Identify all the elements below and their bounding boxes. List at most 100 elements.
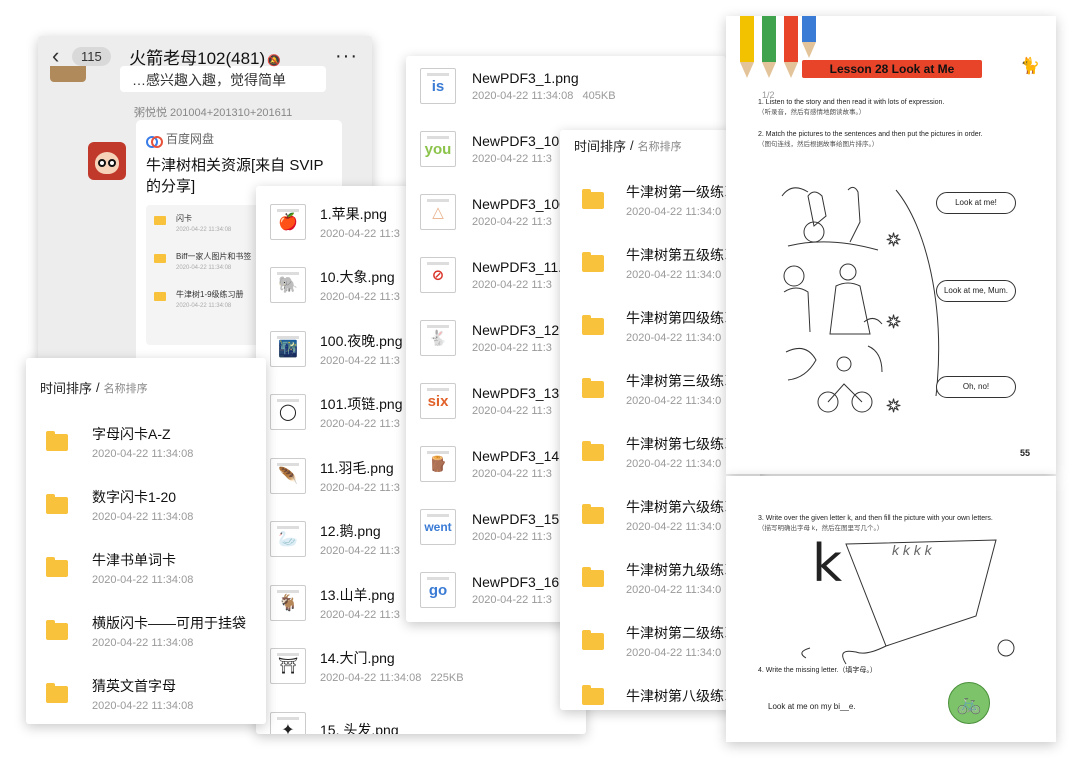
folder-name: 牛津树第五级练习 (626, 247, 738, 263)
sort-by-name-tab[interactable]: 名称排序 (638, 138, 682, 154)
folder-name: 牛津树第九级练习 (626, 562, 738, 578)
folder-icon (46, 430, 68, 451)
folder-date: 2020-04-22 11:34:0 (626, 332, 722, 344)
folder-name: 牛津书单词卡 (92, 552, 176, 568)
sort-by-name-tab[interactable]: 名称排序 (104, 380, 148, 396)
file-row[interactable]: go NewPDF3_16.p 2020-04-22 11:3 (420, 572, 571, 608)
rabbit-icon: 🐇 (420, 320, 456, 356)
folder-row[interactable]: 牛津树第二级练习 2020-04-22 11:34:0 (582, 623, 738, 659)
folder-date: 2020-04-22 11:34:08 (92, 574, 194, 586)
chat-header: ‹ 115 火箭老母102(481) 🔕 ··· (38, 36, 372, 76)
file-name: NewPDF3_1.png (472, 70, 579, 86)
folder-icon (582, 503, 604, 524)
word-is-icon: is (420, 68, 456, 104)
story-picture-3 (782, 342, 886, 420)
file-name: NewPDF3_16.p (472, 574, 571, 590)
file-date: 2020-04-22 11:3 (472, 405, 552, 417)
file-row[interactable]: went NewPDF3_15.p 2020-04-22 11:3 (420, 509, 571, 545)
file-name: NewPDF3_13.p (472, 385, 571, 401)
folder-name: 猜英文首字母 (92, 678, 176, 694)
folder-icon (154, 216, 166, 225)
file-date: 2020-04-22 11:3 (472, 531, 552, 543)
file-row[interactable]: ✦ 15. 头发.png (270, 712, 399, 734)
file-name: NewPDF3_100 (472, 196, 567, 212)
avatar[interactable] (88, 142, 126, 180)
pencil-icon (740, 16, 754, 78)
file-row[interactable]: 🦢 12.鹅.png 2020-04-22 11:3 (270, 521, 400, 557)
folder-icon (582, 251, 604, 272)
file-row[interactable]: 🐘 10.大象.png 2020-04-22 11:3 (270, 267, 400, 303)
story-picture-2 (778, 262, 888, 338)
file-date: 2020-04-22 11:3 (472, 468, 552, 480)
folder-row[interactable]: 牛津树第六级练习 2020-04-22 11:34:0 (582, 497, 738, 533)
file-date: 2020-04-22 11:3 (472, 594, 552, 606)
folder-row[interactable]: 牛津树第九级练习 2020-04-22 11:34:0 (582, 560, 738, 596)
file-row[interactable]: ⊘ NewPDF3_11.p 2020-04-22 11:3 (420, 257, 570, 293)
file-name: 13.山羊.png (320, 587, 395, 603)
folder-date: 2020-04-22 11:34:0 (626, 584, 722, 596)
more-options-icon[interactable]: ··· (335, 45, 358, 68)
instruction-2: 2. Match the pictures to the sentences a… (758, 131, 983, 148)
file-row[interactable]: you NewPDF3_10. 2020-04-22 11:3 (420, 131, 563, 167)
file-date: 2020-04-22 11:3 (320, 609, 400, 621)
file-row[interactable]: 🐐 13.山羊.png 2020-04-22 11:3 (270, 585, 400, 621)
folder-row[interactable]: 牛津树第三级练习 2020-04-22 11:34:0 (582, 371, 738, 407)
folder-row[interactable]: 数字闪卡1-20 2020-04-22 11:34:08 (46, 487, 193, 523)
card-brand: 百度网盘 (146, 130, 332, 148)
file-row[interactable]: 🪵 NewPDF3_14.p 2020-04-22 11:3 (420, 446, 571, 482)
file-name: 牛津树1-9级练习册 (176, 290, 244, 299)
folder-row[interactable]: 字母闪卡A-Z 2020-04-22 11:34:08 (46, 424, 193, 460)
file-meta: 2020-04-22 11:34:08 225KB (320, 672, 464, 684)
file-date: 2020-04-22 11:3 (320, 482, 400, 494)
folder-row[interactable]: 横版闪卡——可用于挂袋 2020-04-22 11:34:08 (46, 613, 246, 649)
sender-name: 粥悦悦 201004+201310+201611 (134, 107, 293, 119)
folder-icon (582, 566, 604, 587)
folder-date: 2020-04-22 11:34:08 (92, 637, 194, 649)
file-row[interactable]: ⛩ 14.大门.png 2020-04-22 11:34:08 225KB (270, 648, 464, 684)
folder-name: 数字闪卡1-20 (92, 489, 177, 505)
bike-icon: 🚲 (948, 682, 990, 724)
file-name: 1.苹果.png (320, 206, 387, 222)
sort-by-time-tab[interactable]: 时间排序 (40, 378, 92, 397)
folder-row[interactable]: 牛津树第一级练习 2020-04-22 11:34:0 (582, 182, 738, 218)
file-name: 14.大门.png (320, 650, 395, 666)
folder-icon (582, 440, 604, 461)
file-row[interactable]: ◯ 101.项链.png 2020-04-22 11:3 (270, 394, 403, 430)
file-row[interactable]: six NewPDF3_13.p 2020-04-22 11:3 (420, 383, 571, 419)
unread-count-badge[interactable]: 115 (72, 46, 111, 66)
file-row[interactable]: 🪶 11.羽毛.png 2020-04-22 11:3 (270, 458, 400, 494)
lesson-title: Lesson 28 Look at Me (802, 60, 982, 78)
word-you-icon: you (420, 131, 456, 167)
folder-row[interactable]: 猜英文首字母 2020-04-22 11:34:08 (46, 676, 193, 712)
file-row[interactable]: is NewPDF3_1.png 2020-04-22 11:34:08 405K… (420, 68, 616, 104)
file-row[interactable]: 🌃 100.夜晚.png 2020-04-22 11:3 (270, 331, 403, 367)
sort-by-time-tab[interactable]: 时间排序 (574, 136, 626, 155)
necklace-icon: ◯ (270, 394, 306, 430)
file-meta: 2020-04-22 11:34:08 405KB (472, 90, 616, 102)
folder-name: 牛津树第四级练习 (626, 310, 738, 326)
file-row[interactable]: △ NewPDF3_100 2020-04-22 11:3 (420, 194, 567, 230)
folder-icon (46, 682, 68, 703)
folder-icon (582, 377, 604, 398)
folder-icon (154, 254, 166, 263)
file-date: 2020-04-22 11:3 (472, 342, 552, 354)
worksheet-page: 3. Write over the given letter k, and th… (726, 476, 1056, 742)
folder-row[interactable]: 牛津树第五级练习 2020-04-22 11:34:0 (582, 245, 738, 281)
folder-row[interactable]: 牛津树第七级练习 2020-04-22 11:34:0 (582, 434, 738, 470)
file-size: 405KB (582, 90, 616, 102)
card-brand-label: 百度网盘 (166, 132, 215, 146)
file-row[interactable]: 🐇 NewPDF3_12.p 2020-04-22 11:3 (420, 320, 571, 356)
group-name: 火箭老母102(481) (129, 48, 266, 68)
folder-icon (582, 188, 604, 209)
file-date: 2020-04-22 11:3 (472, 279, 552, 291)
file-row[interactable]: 🍎 1.苹果.png 2020-04-22 11:3 (270, 204, 400, 240)
apple-icon: 🍎 (270, 204, 306, 240)
folder-row[interactable]: 牛津树第八级练习 (582, 684, 738, 706)
folder-icon (582, 314, 604, 335)
goat-icon: 🐐 (270, 585, 306, 621)
file-date: 2020-04-22 11:3 (320, 355, 400, 367)
folder-row[interactable]: 牛津书单词卡 2020-04-22 11:34:08 (46, 550, 193, 586)
folder-row[interactable]: 牛津树第四级练习 2020-04-22 11:34:0 (582, 308, 738, 344)
file-name: 15. 头发.png (320, 722, 399, 734)
back-icon[interactable]: ‹ (52, 43, 68, 69)
